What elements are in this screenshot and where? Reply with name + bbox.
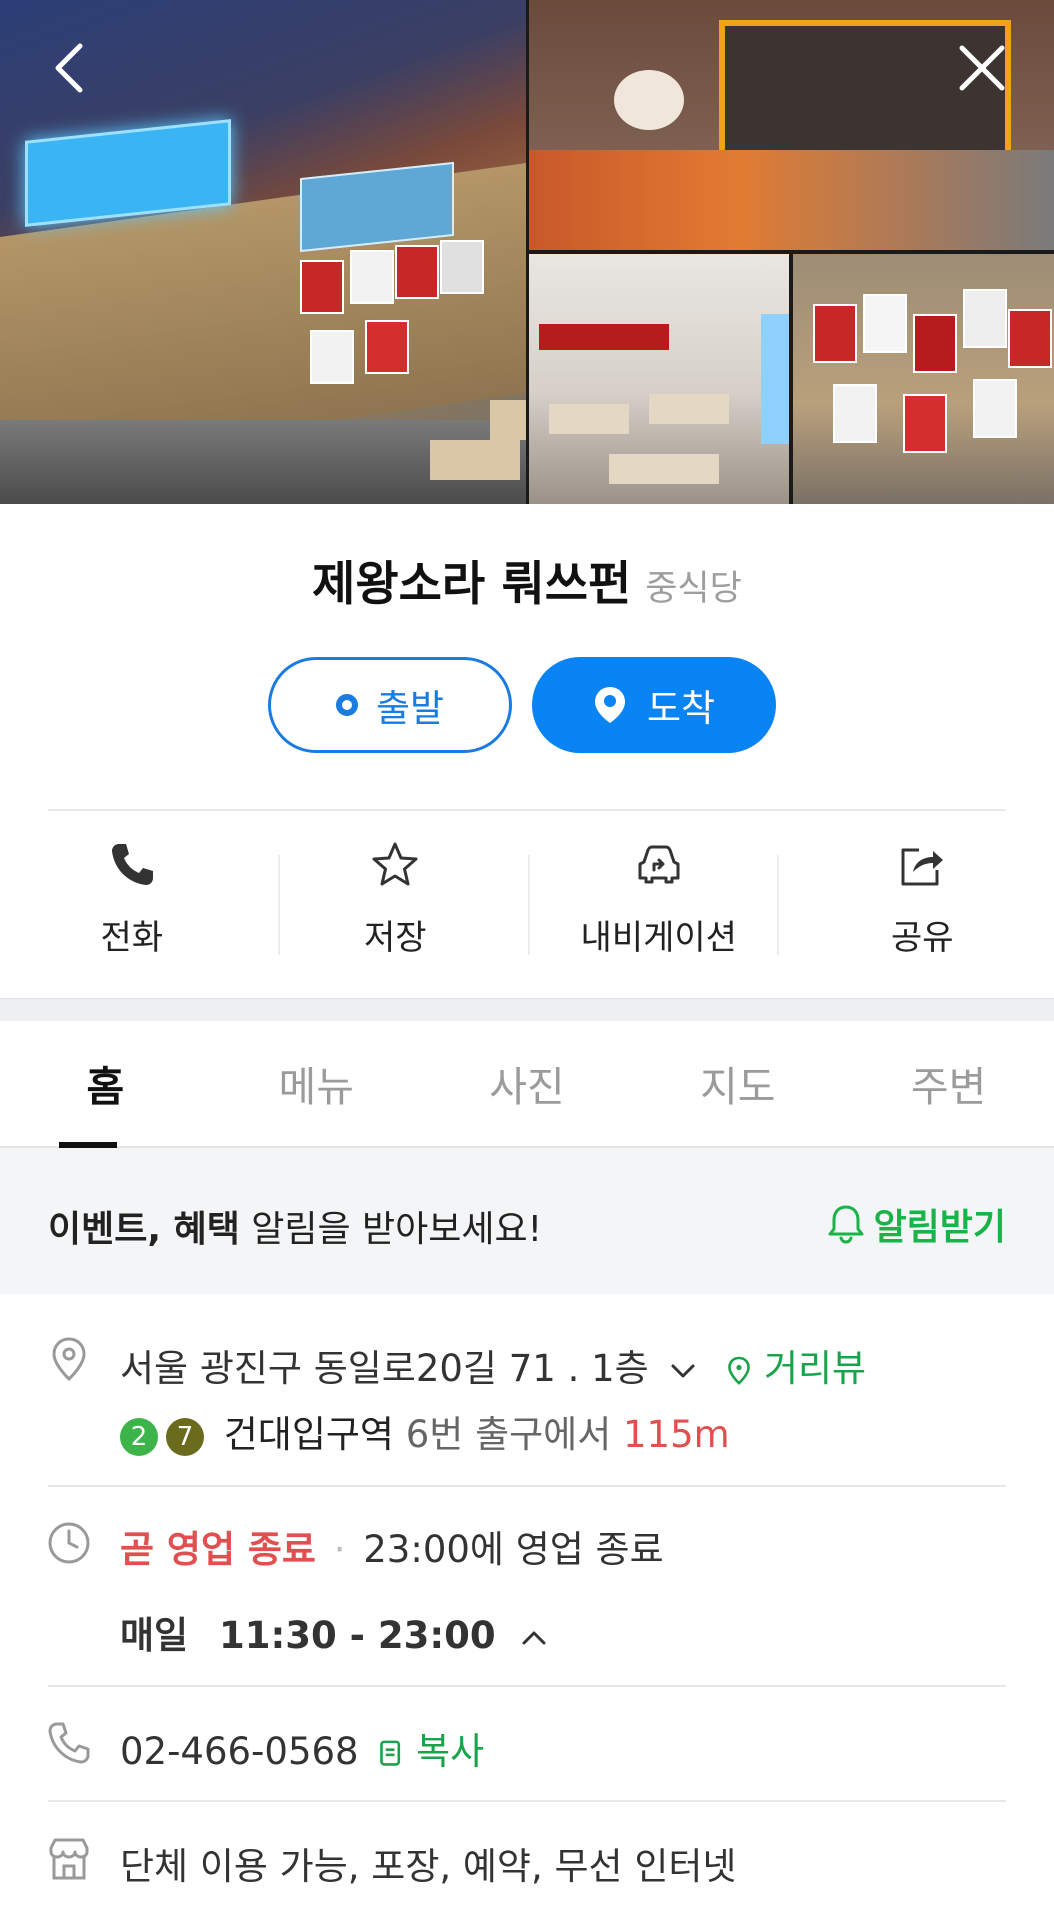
photo-dining-area[interactable] <box>529 254 789 504</box>
location-pin-icon <box>594 687 625 723</box>
bell-icon <box>828 1205 864 1244</box>
street-view-label: 거리뷰 <box>763 1347 867 1390</box>
subscribe-alarm-label: 알림받기 <box>873 1207 1006 1248</box>
exit-text: 6번 출구에서 <box>405 1413 612 1456</box>
tab-nearby[interactable]: 주변 <box>843 1021 1054 1146</box>
action-divider <box>528 855 530 955</box>
subscribe-alarm-button[interactable]: 알림받기 <box>824 1198 1006 1250</box>
store-icon <box>49 1838 89 1880</box>
amenities-text: 단체 이용 가능, 포장, 예약, 무선 인터넷 <box>120 1845 737 1888</box>
phone-number[interactable]: 02-466-0568 <box>120 1730 359 1773</box>
car-navigation-icon <box>638 845 680 884</box>
notification-text: 이벤트, 혜택 알림을 받아보세요! <box>48 1200 542 1252</box>
notification-rest-text: 알림을 받아보세요! <box>239 1209 543 1250</box>
distance-text: 115m <box>623 1413 730 1456</box>
start-dot-icon <box>335 694 358 716</box>
divider <box>48 1485 1006 1487</box>
chevron-down-icon[interactable] <box>668 1356 698 1386</box>
copy-phone-button[interactable]: 복사 <box>378 1730 484 1773</box>
hours-days: 매일 <box>120 1614 189 1657</box>
photo-gallery[interactable] <box>0 0 1054 504</box>
share-icon <box>901 848 944 886</box>
tab-map[interactable]: 지도 <box>632 1021 843 1146</box>
photo-wall-posters[interactable] <box>793 254 1054 504</box>
hours-time: 11:30 - 23:00 <box>218 1614 496 1657</box>
phone-icon <box>111 844 153 885</box>
save-label: 저장 <box>363 918 427 958</box>
share-label: 공유 <box>890 918 954 958</box>
phone-outline-icon <box>48 1722 90 1764</box>
place-category: 중식당 <box>645 569 742 609</box>
action-divider <box>777 855 779 955</box>
tab-home[interactable]: 홈 <box>0 1021 211 1148</box>
navigation-label: 내비게이션 <box>580 918 737 958</box>
tab-bar: 홈 메뉴 사진 지도 주변 <box>0 1021 1054 1148</box>
back-button[interactable] <box>42 38 102 98</box>
chevron-left-icon <box>55 43 83 93</box>
share-action[interactable]: 공유 <box>791 840 1054 970</box>
street-view-pin-icon <box>728 1356 751 1385</box>
star-icon <box>372 842 418 886</box>
address-row: 서울 광진구 동일로20길 71 . 1층 거리뷰 <box>120 1338 866 1392</box>
station-name: 건대입구역 <box>223 1413 394 1456</box>
navigation-action[interactable]: 내비게이션 <box>527 840 791 970</box>
hours-status-row: 곧 영업 종료 · 23:00에 영업 종료 <box>120 1519 664 1573</box>
subway-row: 27 건대입구역 6번 출구에서 115m <box>120 1404 730 1458</box>
close-button[interactable] <box>952 38 1012 98</box>
subway-line-2-badge: 2 <box>120 1417 158 1456</box>
business-status: 곧 영업 종료 <box>120 1528 316 1571</box>
copy-icon <box>380 1740 401 1766</box>
notification-bold-text: 이벤트, 혜택 <box>48 1209 240 1250</box>
tab-photos[interactable]: 사진 <box>422 1021 633 1146</box>
copy-label: 복사 <box>416 1730 485 1773</box>
close-icon <box>959 45 1005 91</box>
closing-time-text: 23:00에 영업 종료 <box>363 1528 664 1571</box>
divider <box>48 1800 1006 1802</box>
route-start-button[interactable]: 출발 <box>268 657 512 753</box>
action-bar: 전화 저장 내비게이션 공유 <box>0 840 1054 970</box>
notification-banner: 이벤트, 혜택 알림을 받아보세요! 알림받기 <box>0 1148 1054 1294</box>
clock-icon <box>48 1522 90 1564</box>
location-pin-outline-icon <box>52 1337 86 1382</box>
divider <box>48 1685 1006 1687</box>
call-label: 전화 <box>100 918 164 958</box>
divider <box>48 809 1006 811</box>
tab-menu[interactable]: 메뉴 <box>211 1021 422 1146</box>
call-action[interactable]: 전화 <box>0 840 264 970</box>
hours-detail-row[interactable]: 매일 11:30 - 23:00 <box>120 1605 549 1659</box>
section-separator <box>0 998 1054 1021</box>
route-start-label: 출발 <box>375 687 445 730</box>
street-view-button[interactable]: 거리뷰 <box>726 1347 866 1390</box>
chevron-up-icon[interactable] <box>519 1623 549 1653</box>
subway-line-7-badge: 7 <box>166 1417 204 1456</box>
place-name: 제왕소라 뤄쓰펀 <box>312 557 632 612</box>
phone-row: 02-466-0568 복사 <box>120 1721 484 1775</box>
route-end-label: 도착 <box>646 687 716 730</box>
place-title-row: 제왕소라 뤄쓰펀 중식당 <box>0 545 1054 614</box>
route-end-button[interactable]: 도착 <box>532 657 776 753</box>
address-text[interactable]: 서울 광진구 동일로20길 71 . 1층 <box>120 1347 649 1390</box>
save-action[interactable]: 저장 <box>264 840 528 970</box>
status-separator: · <box>333 1528 346 1571</box>
action-divider <box>278 855 280 955</box>
